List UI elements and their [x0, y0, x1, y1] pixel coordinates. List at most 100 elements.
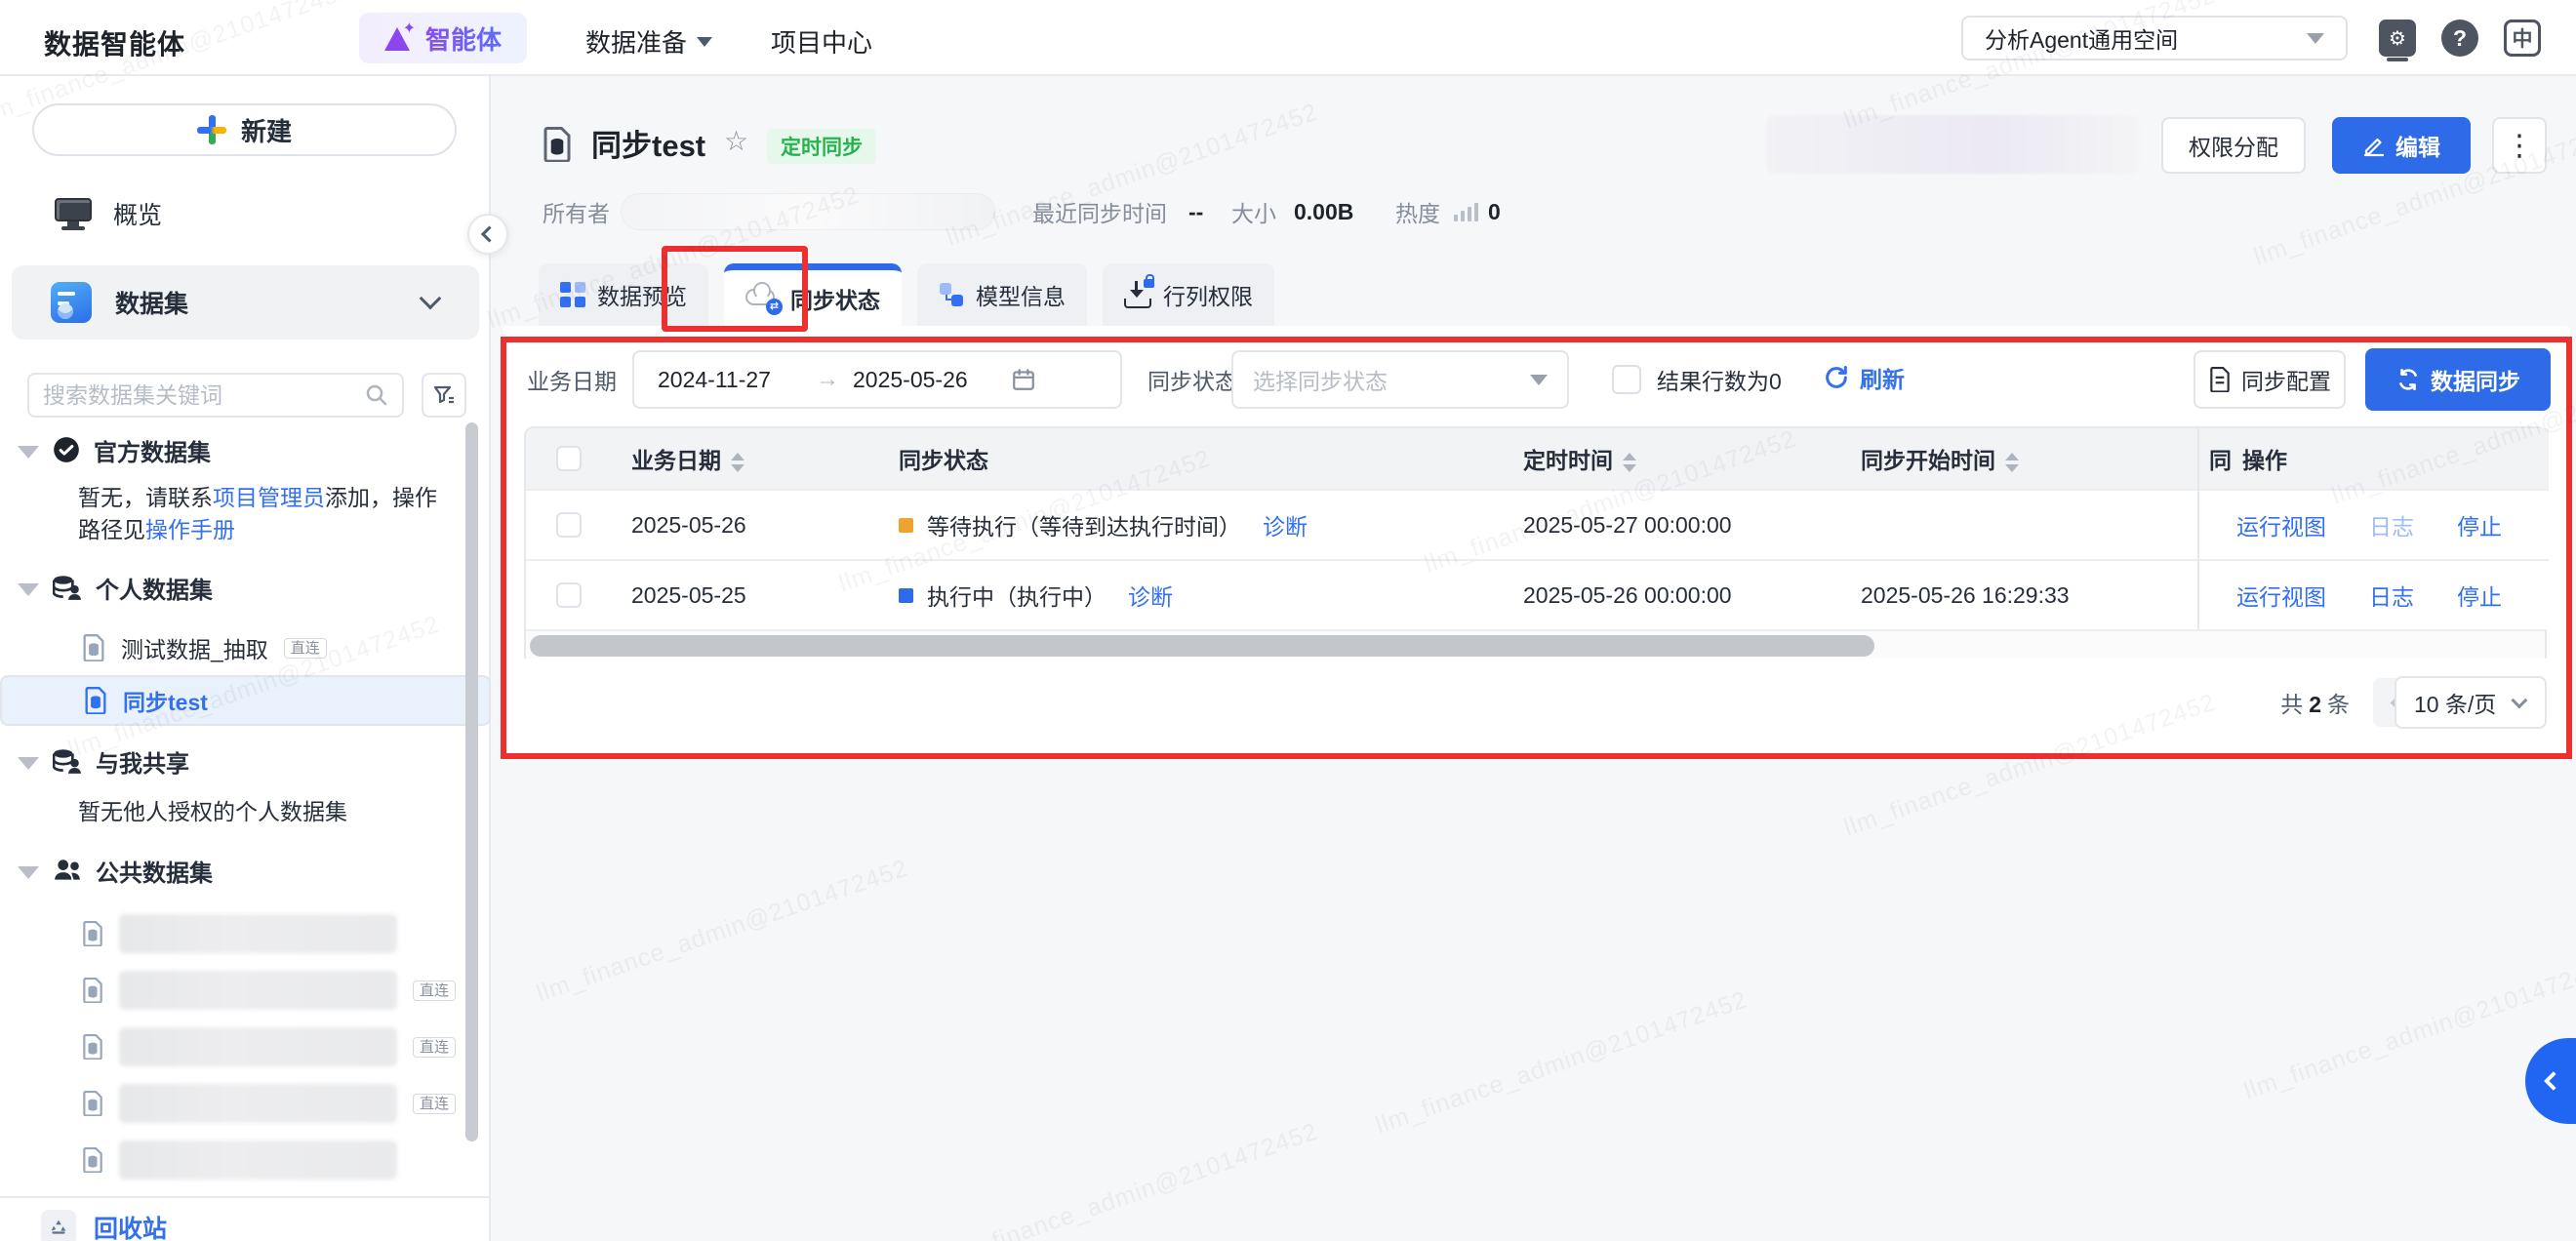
row-checkbox[interactable] — [556, 582, 582, 608]
watermark: llm_finance_admin@2101472452 — [533, 855, 911, 1009]
sync-icon — [2395, 367, 2421, 392]
row-checkbox[interactable] — [556, 512, 582, 538]
status-text: 等待执行（等待到达执行时间） — [927, 508, 1241, 541]
tab-row-col-permission[interactable]: 行列权限 — [1103, 263, 1274, 326]
last-sync-meta: 最近同步时间 -- — [1032, 193, 1203, 230]
sync-config-button[interactable]: 同步配置 — [2194, 350, 2346, 409]
more-menu-button[interactable]: ⋮ — [2492, 117, 2547, 174]
size-meta: 大小 0.00B — [1231, 193, 1353, 230]
tree-item-blurred[interactable]: 直连 — [0, 1021, 491, 1072]
tree-group-official[interactable]: 官方数据集 — [0, 432, 491, 467]
new-button[interactable]: 新建 — [32, 103, 457, 156]
nav-item-project-center[interactable]: 项目中心 — [771, 23, 872, 60]
data-sync-button[interactable]: 数据同步 — [2365, 348, 2551, 411]
favorite-star-icon[interactable]: ☆ — [724, 125, 748, 157]
stop-link[interactable]: 停止 — [2457, 508, 2502, 541]
redacted-label — [119, 971, 397, 1010]
sync-status-select[interactable]: 选择同步状态 — [1231, 350, 1569, 409]
horizontal-scrollbar[interactable] — [526, 629, 2545, 659]
zero-rows-checkbox[interactable] — [1612, 365, 1641, 394]
date-to-input[interactable] — [853, 367, 997, 393]
nav-item-data-prep[interactable]: 数据准备 — [585, 23, 712, 60]
chevron-down-icon — [1530, 375, 1548, 385]
permission-button[interactable]: 权限分配 — [2161, 117, 2306, 174]
run-view-link[interactable]: 运行视图 — [2236, 508, 2326, 541]
col-biz-date[interactable]: 业务日期 — [612, 442, 875, 475]
expander-icon[interactable] — [18, 446, 39, 459]
fixed-action-column: 同 操作 运行视图 日志 停止 运行视图 日志 停止 — [2197, 428, 2549, 629]
sidebar-item-recycle-bin[interactable]: 回收站 — [41, 1210, 167, 1241]
direct-connect-badge: 直连 — [284, 638, 327, 659]
sidebar-item-overview[interactable]: 概览 — [0, 191, 491, 236]
help-icon[interactable]: ? — [2441, 20, 2478, 57]
sort-icon[interactable] — [731, 453, 745, 472]
lock-permission-icon — [1124, 281, 1151, 308]
tree-item-blurred[interactable] — [0, 1135, 491, 1185]
dataset-doc-icon — [82, 1091, 103, 1116]
sort-icon[interactable] — [1623, 453, 1636, 472]
dataset-filter-button[interactable] — [422, 373, 466, 418]
diagnose-link[interactable]: 诊断 — [1263, 508, 1308, 541]
heat-meta: 热度 0 — [1395, 193, 1501, 230]
chevron-down-icon — [2307, 33, 2324, 44]
sidebar-item-dataset[interactable]: 数据集 — [12, 265, 479, 340]
language-icon[interactable]: 中 — [2504, 20, 2541, 57]
log-link[interactable]: 日志 — [2369, 579, 2414, 612]
expander-icon[interactable] — [18, 583, 39, 596]
workspace-select[interactable]: 分析Agent通用空间 — [1961, 16, 2348, 60]
tree-item-blurred[interactable] — [0, 908, 491, 959]
edit-button[interactable]: 编辑 — [2332, 117, 2471, 174]
watermark: llm_finance_admin@2101472452 — [943, 1118, 1321, 1241]
tree-group-shared[interactable]: 与我共享 — [0, 743, 491, 779]
refresh-link[interactable]: 刷新 — [1823, 361, 1905, 394]
redacted-label — [119, 1141, 397, 1180]
sort-icon[interactable] — [2005, 453, 2019, 472]
tree-item-sync-test[interactable]: 同步test — [0, 675, 491, 726]
date-from-input[interactable] — [658, 367, 802, 393]
app-root: 数据智能体 ✦ 智能体 数据准备 项目中心 分析Agent通用空间 ⚙ ? 中 … — [0, 0, 2576, 1241]
tree-item-blurred[interactable]: 直连 — [0, 1078, 491, 1129]
console-icon[interactable]: ⚙ — [2379, 20, 2416, 57]
biz-date-label: 业务日期 — [527, 363, 617, 396]
sidebar-collapse-button[interactable] — [467, 214, 508, 255]
link-manual[interactable]: 操作手册 — [145, 517, 235, 542]
log-link[interactable]: 日志 — [2369, 508, 2414, 541]
expander-icon[interactable] — [18, 757, 39, 770]
chevron-down-icon — [2511, 692, 2527, 708]
col-sync-start-time[interactable]: 同步开始时间 — [1851, 442, 2212, 475]
app-logo: 数据智能体 — [44, 23, 185, 62]
calendar-icon — [1011, 367, 1036, 392]
watermark: llm_finance_admin@2101472452 — [1372, 986, 1751, 1141]
select-all-checkbox[interactable] — [556, 446, 582, 471]
people-icon — [53, 857, 82, 884]
stop-link[interactable]: 停止 — [2457, 579, 2502, 612]
tree-group-public[interactable]: 公共数据集 — [0, 853, 491, 888]
link-project-admin[interactable]: 项目管理员 — [213, 485, 325, 510]
monitor-icon — [55, 198, 92, 229]
total-count: 共2条 — [2280, 686, 2350, 719]
status-square-icon — [899, 518, 913, 533]
search-input[interactable] — [43, 382, 357, 409]
diagnose-link[interactable]: 诊断 — [1128, 579, 1173, 612]
col-schedule-time[interactable]: 定时时间 — [1490, 442, 1851, 475]
redacted-header-area — [1766, 115, 2139, 174]
date-range-picker[interactable]: → — [632, 350, 1122, 409]
scrollbar-thumb[interactable] — [530, 635, 1874, 657]
tree-item-test-dataset[interactable]: 测试数据_抽取 直连 — [0, 622, 491, 673]
expander-icon[interactable] — [18, 866, 39, 879]
run-view-link[interactable]: 运行视图 — [2236, 579, 2326, 612]
nav-item-agent[interactable]: ✦ 智能体 — [359, 13, 527, 63]
sidebar-scrollbar[interactable] — [465, 422, 478, 1141]
dataset-title-icon — [543, 127, 572, 162]
dataset-search[interactable] — [27, 373, 404, 418]
direct-connect-badge: 直连 — [413, 1037, 456, 1058]
page-size-select[interactable]: 10 条/页 — [2395, 676, 2547, 729]
tab-model-info[interactable]: 模型信息 — [917, 263, 1087, 326]
right-drawer-handle[interactable] — [2525, 1038, 2576, 1124]
status-square-icon — [899, 588, 913, 603]
search-icon — [365, 383, 388, 407]
chevron-down-icon — [420, 288, 442, 310]
tree-group-personal[interactable]: 个人数据集 — [0, 570, 491, 605]
top-bar: 数据智能体 ✦ 智能体 数据准备 项目中心 分析Agent通用空间 ⚙ ? 中 — [0, 0, 2576, 76]
tree-item-blurred[interactable]: 直连 — [0, 965, 491, 1016]
